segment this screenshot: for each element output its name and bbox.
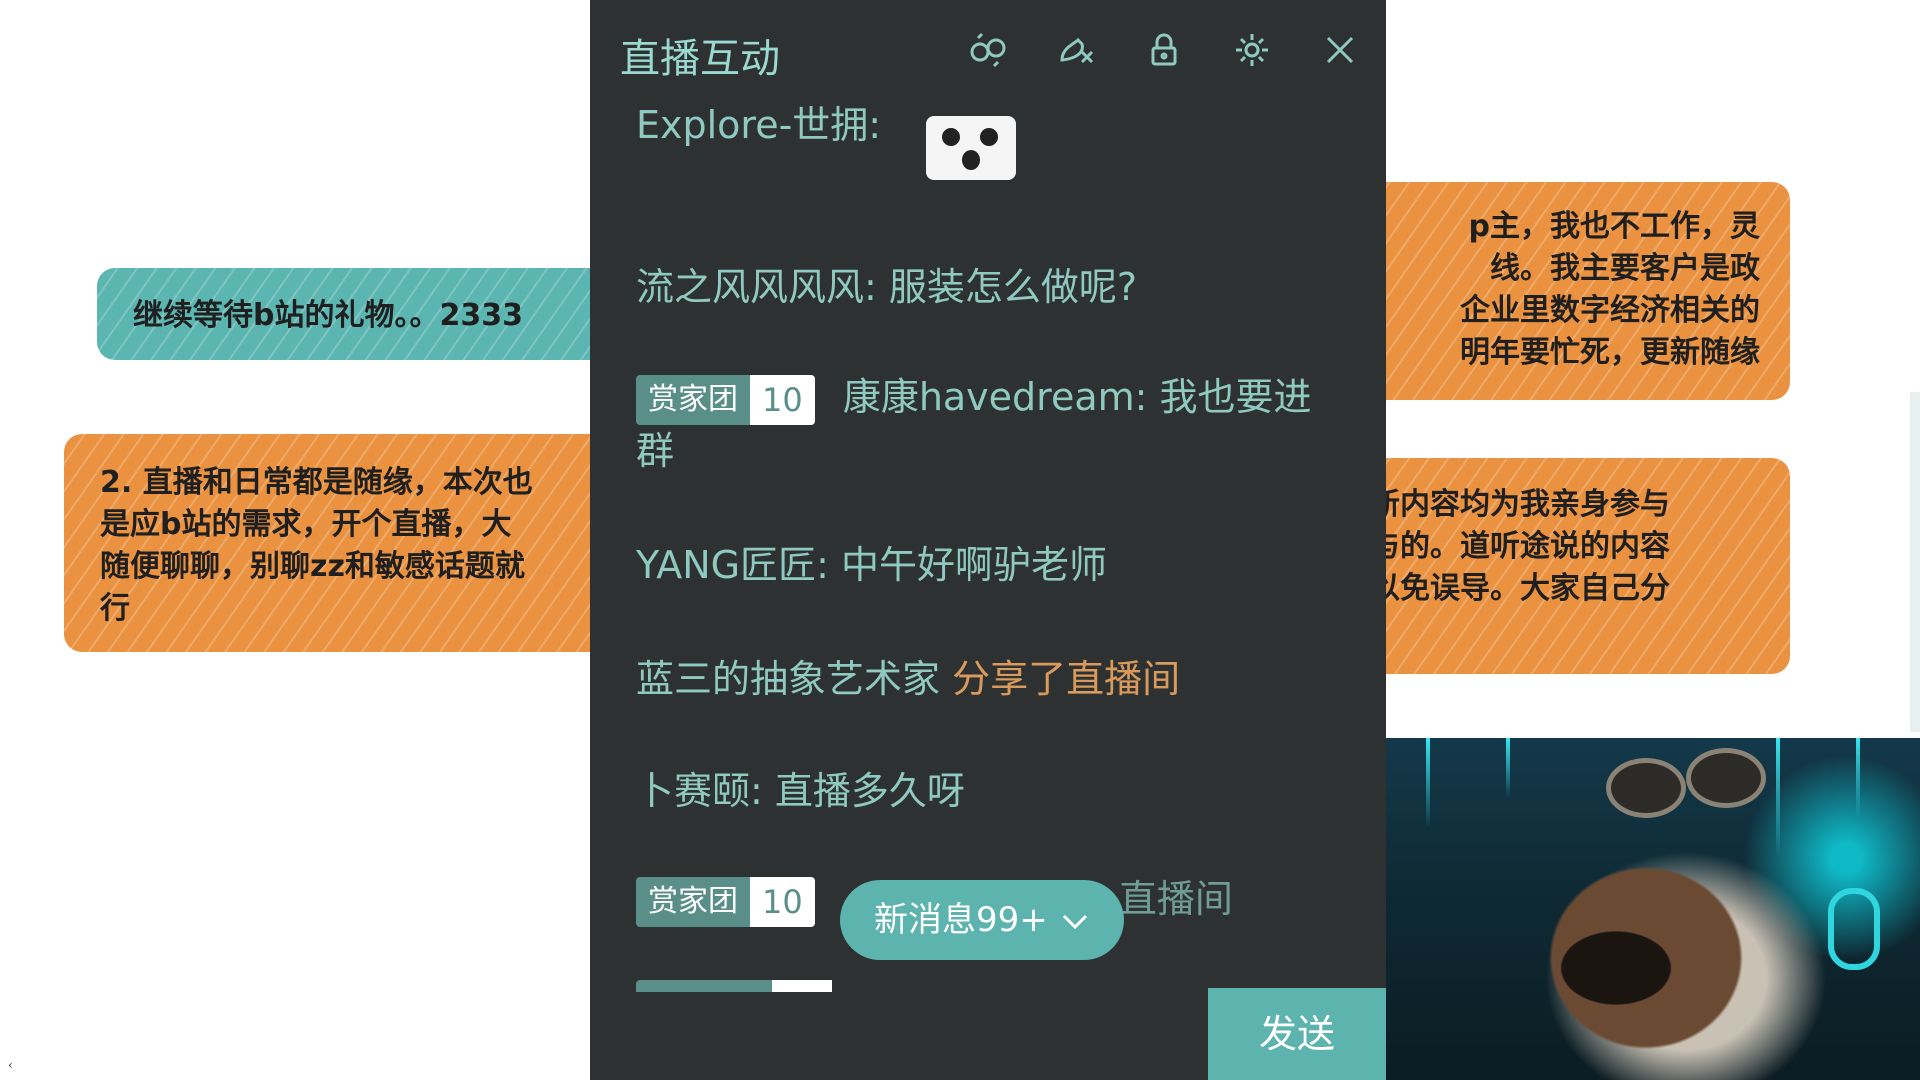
note-line: 明年要忙死，更新随缘	[1460, 335, 1760, 370]
goggle	[1606, 758, 1686, 818]
light-beam	[1776, 738, 1780, 858]
chat-username: Explore-世拥:	[636, 103, 882, 147]
chat-text: 我也要进	[1159, 375, 1312, 419]
glow-ring	[1828, 888, 1880, 970]
live-interaction-panel: 直播互动 Explore-世拥: 流之风风风风: 服装怎么做呢? 赏家团 10 …	[590, 0, 1386, 1080]
chat-message: YANG匠匠: 中午好啊驴老师	[636, 534, 1107, 589]
new-messages-label: 新消息99+	[874, 900, 1048, 940]
badge-name: 赏家团	[636, 876, 750, 927]
note-teal-left: 继续等待b站的礼物。。2333	[97, 268, 617, 360]
chat-username: 蓝三的抽象艺术家	[636, 657, 941, 701]
fan-badge[interactable]: 赏家团 10	[636, 876, 815, 927]
chat-username: 康康havedream:	[842, 375, 1148, 419]
lock-icon[interactable]	[1144, 30, 1184, 70]
light-beam	[1426, 738, 1430, 828]
light-beam	[1856, 738, 1860, 818]
note-line: 线。我主要客户是政	[1490, 251, 1760, 286]
raccoon-illustration	[1386, 738, 1920, 1080]
badge-level: 10	[750, 876, 815, 927]
scrollbar-thumb[interactable]	[1910, 392, 1920, 732]
note-line: 行	[100, 591, 130, 626]
badge-level: 10	[750, 374, 815, 425]
panel-header: 直播互动	[590, 0, 1386, 100]
note-line: 随便聊聊，别聊zz和敏感话题就	[100, 549, 525, 584]
chat-text: 直播多久呀	[774, 769, 965, 813]
badge-name: 赏家团	[636, 374, 750, 425]
note-line: 以免误导。大家自己分	[1370, 571, 1670, 606]
note-line: 是应b站的需求，开个直播，大	[100, 507, 512, 542]
light-beam	[1506, 738, 1510, 798]
chat-username: 流之风风风风:	[636, 265, 877, 309]
note-line: 企业里数字经济相关的	[1460, 293, 1760, 328]
fan-badge-partial	[636, 980, 832, 992]
chat-share-message: 蓝三的抽象艺术家 分享了直播间	[636, 648, 1180, 703]
chat-text-continued: 群	[636, 429, 675, 473]
close-icon[interactable]	[1320, 30, 1360, 70]
note-orange-left: 2. 直播和日常都是随缘，本次也 是应b站的需求，开个直播，大 随便聊聊，别聊z…	[64, 434, 624, 652]
chevron-down-icon	[1062, 914, 1088, 930]
sticker-eye	[980, 128, 998, 146]
effects-icon[interactable]	[968, 30, 1008, 70]
note-line: p主，我也不工作，灵	[1468, 209, 1760, 244]
note-line: 新内容均为我亲身参与	[1370, 487, 1670, 522]
emoji-sticker	[926, 116, 1016, 180]
note-text: 继续等待b站的礼物。。2333	[133, 298, 523, 333]
settings-icon[interactable]	[1232, 30, 1272, 70]
note-line: 与的。道听途说的内容	[1370, 529, 1670, 564]
chat-message: 流之风风风风: 服装怎么做呢?	[636, 256, 1137, 311]
block-user-icon[interactable]	[1056, 30, 1096, 70]
chat-username: 卜赛颐:	[636, 769, 763, 813]
chat-text-partial: 直播间	[1118, 877, 1233, 921]
note-orange-right-top: p主，我也不工作，灵 线。我主要客户是政 企业里数字经济相关的 明年要忙死，更新…	[1330, 182, 1790, 400]
chat-text: 中午好啊驴老师	[841, 543, 1108, 587]
share-text: 分享了直播间	[952, 657, 1181, 701]
new-messages-button[interactable]: 新消息99+	[840, 880, 1124, 960]
scroll-left-arrow-icon[interactable]: ‹	[8, 1058, 13, 1072]
note-line: 2. 直播和日常都是随缘，本次也	[100, 465, 533, 500]
sticker-eye	[942, 128, 960, 146]
note-orange-right-bottom: 新内容均为我亲身参与 与的。道听途说的内容 以免误导。大家自己分	[1330, 458, 1790, 674]
chat-message: 卜赛颐: 直播多久呀	[636, 760, 965, 815]
sticker-mouth	[962, 150, 980, 170]
chat-message: Explore-世拥:	[636, 94, 881, 149]
send-button[interactable]: 发送	[1208, 988, 1386, 1080]
chat-message: 赏家团 10 康康havedream: 我也要进	[636, 366, 1312, 425]
goggle	[1686, 748, 1766, 808]
fan-badge[interactable]: 赏家团 10	[636, 374, 815, 425]
panel-title: 直播互动	[620, 36, 780, 82]
chat-text: 服装怎么做呢?	[888, 265, 1138, 309]
chat-username: YANG匠匠:	[636, 543, 829, 587]
